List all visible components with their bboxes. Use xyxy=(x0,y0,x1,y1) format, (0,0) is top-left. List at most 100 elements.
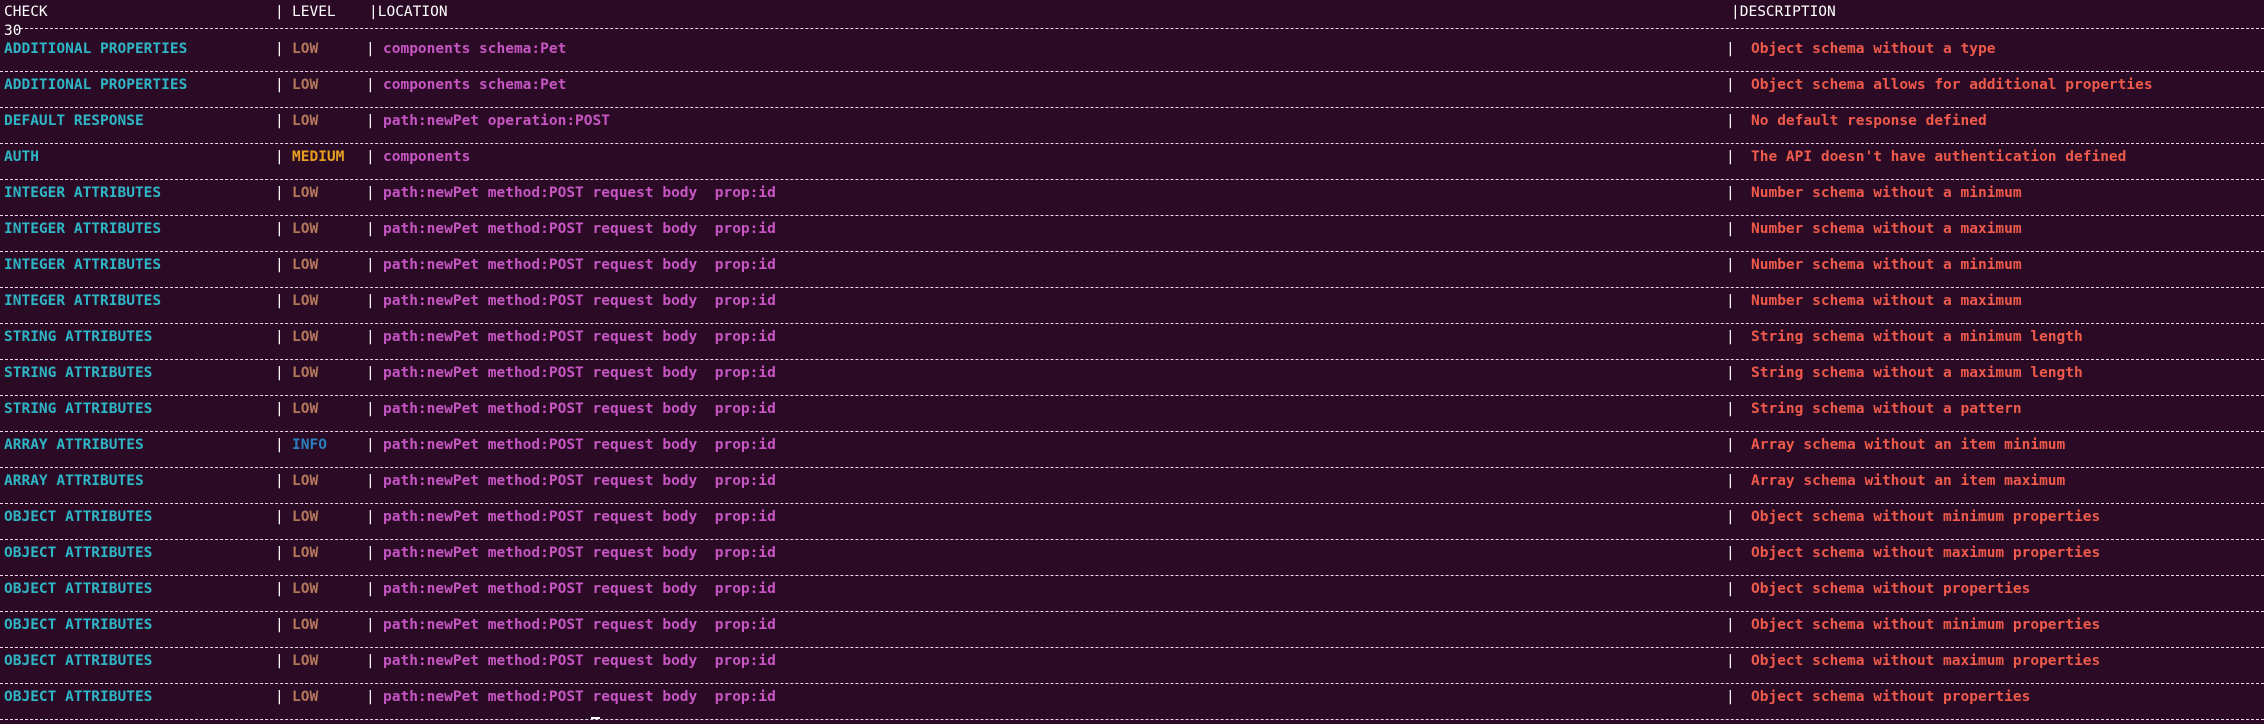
location-cell: path:newPet method:POST request body pro… xyxy=(383,689,776,705)
column-separator: | xyxy=(366,257,375,273)
table-row: INTEGER ATTRIBUTES | LOW | path:newPet metho… xyxy=(0,252,2264,288)
column-separator: | xyxy=(275,689,284,705)
description-cell: Object schema without maximum properties xyxy=(1751,653,2101,669)
description-cell: Array schema without an item maximum xyxy=(1751,473,2066,489)
column-separator: | xyxy=(1726,113,1735,129)
location-cell: path:newPet method:POST request body pro… xyxy=(383,581,776,597)
check-cell: OBJECT ATTRIBUTES xyxy=(4,581,153,597)
description-cell: Number schema without a minimum xyxy=(1751,257,2022,273)
column-separator: | xyxy=(275,149,284,165)
check-cell: INTEGER ATTRIBUTES xyxy=(4,185,162,201)
column-separator: | xyxy=(366,221,375,237)
table-row: DEFAULT RESPONSE | LOW | path:newPet operati… xyxy=(0,108,2264,144)
location-cell: path:newPet operation:POST xyxy=(383,113,610,129)
location-cell: components xyxy=(383,149,471,165)
location-cell: components schema:Pet xyxy=(383,77,567,93)
column-separator: | xyxy=(1726,365,1735,381)
table-row: AUTH | MEDIUM | components | The API doesn't h… xyxy=(0,144,2264,180)
table-row: ADDITIONAL PROPERTIES | LOW | components sch… xyxy=(0,36,2264,72)
location-cell: path:newPet method:POST request body pro… xyxy=(383,509,776,525)
column-separator: | xyxy=(366,365,375,381)
level-cell: LOW xyxy=(292,401,319,417)
table-row: ADDITIONAL PROPERTIES | LOW | components sch… xyxy=(0,72,2264,108)
header-location: |LOCATION xyxy=(369,4,448,20)
row-divider xyxy=(0,719,2264,720)
column-separator: | xyxy=(1726,653,1735,669)
header-separator: | xyxy=(275,4,284,20)
table-row: OBJECT ATTRIBUTES | LOW | path:newPet method… xyxy=(0,540,2264,576)
description-cell: No default response defined xyxy=(1751,113,1987,129)
level-cell: LOW xyxy=(292,545,319,561)
description-cell: String schema without a pattern xyxy=(1751,401,2022,417)
check-cell: ADDITIONAL PROPERTIES xyxy=(4,41,188,57)
column-separator: | xyxy=(275,581,284,597)
column-separator: | xyxy=(366,185,375,201)
terminal-window[interactable]: CHECK | LEVEL |LOCATION |DESCRIPTION 30 … xyxy=(0,0,2264,724)
column-separator: | xyxy=(1726,437,1735,453)
location-cell: path:newPet method:POST request body pro… xyxy=(383,293,776,309)
level-cell: LOW xyxy=(292,329,319,345)
location-cell: path:newPet method:POST request body pro… xyxy=(383,221,776,237)
column-separator: | xyxy=(275,329,284,345)
column-separator: | xyxy=(1726,41,1735,57)
location-cell: path:newPet method:POST request body pro… xyxy=(383,617,776,633)
column-separator: | xyxy=(1726,77,1735,93)
column-separator: | xyxy=(275,221,284,237)
column-separator: | xyxy=(1726,149,1735,165)
column-separator: | xyxy=(366,509,375,525)
column-separator: | xyxy=(275,437,284,453)
column-separator: | xyxy=(1726,329,1735,345)
column-separator: | xyxy=(366,149,375,165)
table-row: ARRAY ATTRIBUTES | INFO | path:newPet method… xyxy=(0,432,2264,468)
column-separator: | xyxy=(275,365,284,381)
location-cell: path:newPet method:POST request body pro… xyxy=(383,653,776,669)
results-table: ADDITIONAL PROPERTIES | LOW | components sch… xyxy=(0,36,2264,720)
level-cell: LOW xyxy=(292,365,319,381)
location-cell: components schema:Pet xyxy=(383,41,567,57)
check-cell: INTEGER ATTRIBUTES xyxy=(4,257,162,273)
level-cell: LOW xyxy=(292,617,319,633)
check-cell: INTEGER ATTRIBUTES xyxy=(4,293,162,309)
column-separator: | xyxy=(275,77,284,93)
description-cell: Object schema without properties xyxy=(1751,689,2031,705)
column-separator: | xyxy=(366,293,375,309)
description-cell: Number schema without a minimum xyxy=(1751,185,2022,201)
table-row: OBJECT ATTRIBUTES | LOW | path:newPet method… xyxy=(0,612,2264,648)
description-cell: String schema without a minimum length xyxy=(1751,329,2083,345)
level-cell: LOW xyxy=(292,689,319,705)
level-cell: LOW xyxy=(292,509,319,525)
column-separator: | xyxy=(275,185,284,201)
check-cell: DEFAULT RESPONSE xyxy=(4,113,144,129)
table-row: OBJECT ATTRIBUTES | LOW | path:newPet method… xyxy=(0,648,2264,684)
column-separator: | xyxy=(275,401,284,417)
table-row: INTEGER ATTRIBUTES | LOW | path:newPet metho… xyxy=(0,180,2264,216)
column-separator: | xyxy=(1726,509,1735,525)
table-row: INTEGER ATTRIBUTES | LOW | path:newPet metho… xyxy=(0,288,2264,324)
description-cell: String schema without a maximum length xyxy=(1751,365,2083,381)
level-cell: LOW xyxy=(292,41,319,57)
table-row: INTEGER ATTRIBUTES | LOW | path:newPet metho… xyxy=(0,216,2264,252)
level-cell: INFO xyxy=(292,437,327,453)
column-separator: | xyxy=(275,545,284,561)
location-cell: path:newPet method:POST request body pro… xyxy=(383,185,776,201)
column-separator: | xyxy=(366,473,375,489)
check-cell: INTEGER ATTRIBUTES xyxy=(4,221,162,237)
column-separator: | xyxy=(275,257,284,273)
location-cell: path:newPet method:POST request body pro… xyxy=(383,329,776,345)
table-row: OBJECT ATTRIBUTES | LOW | path:newPet method… xyxy=(0,576,2264,612)
location-cell: path:newPet method:POST request body pro… xyxy=(383,545,776,561)
header-description: |DESCRIPTION xyxy=(1731,4,1836,20)
check-cell: OBJECT ATTRIBUTES xyxy=(4,545,153,561)
column-separator: | xyxy=(366,617,375,633)
table-row: STRING ATTRIBUTES | LOW | path:newPet method… xyxy=(0,324,2264,360)
check-cell: OBJECT ATTRIBUTES xyxy=(4,653,153,669)
header-check: CHECK xyxy=(4,4,48,20)
column-separator: | xyxy=(366,401,375,417)
header-level: LEVEL xyxy=(292,4,336,20)
description-cell: Number schema without a maximum xyxy=(1751,293,2022,309)
column-separator: | xyxy=(366,545,375,561)
check-cell: STRING ATTRIBUTES xyxy=(4,365,153,381)
column-separator: | xyxy=(1726,617,1735,633)
column-separator: | xyxy=(275,617,284,633)
location-cell: path:newPet method:POST request body pro… xyxy=(383,437,776,453)
